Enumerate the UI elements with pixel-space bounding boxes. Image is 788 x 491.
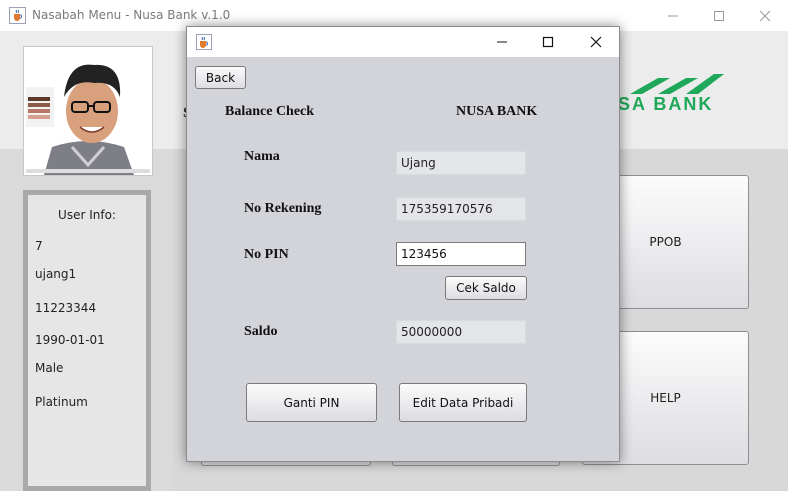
nusa-bank-logo: SA BANK (618, 70, 778, 115)
cek-saldo-button[interactable]: Cek Saldo (445, 276, 527, 300)
balance-check-dialog: Back Balance Check NUSA BANK Nama Ujang … (186, 26, 620, 462)
saldo-field: 50000000 (396, 320, 526, 344)
minimize-button[interactable] (650, 0, 696, 31)
ganti-pin-button[interactable]: Ganti PIN (246, 383, 377, 422)
close-button[interactable] (742, 0, 788, 31)
close-icon (590, 36, 602, 48)
pin-input[interactable]: 123456 (396, 242, 526, 266)
close-icon (759, 10, 771, 21)
pin-label: No PIN (244, 247, 289, 262)
saldo-label: Saldo (244, 324, 278, 339)
back-button[interactable]: Back (195, 66, 246, 89)
java-cup-icon (9, 7, 26, 24)
maximize-icon (714, 10, 724, 21)
rekening-label: No Rekening (244, 201, 322, 216)
bank-name: NUSA BANK (456, 104, 538, 119)
dialog-minimize-button[interactable] (479, 27, 525, 57)
nama-label: Nama (244, 149, 280, 164)
avatar (23, 46, 153, 176)
user-info-panel: User Info: 7 ujang1 11223344 1990-01-01 … (23, 190, 151, 491)
user-birthdate: 1990-01-01 (35, 333, 105, 347)
user-username: ujang1 (35, 267, 77, 281)
logo-stripes-icon (630, 74, 724, 94)
avatar-illustration (24, 47, 152, 175)
user-tier: Platinum (35, 395, 88, 409)
dialog-titlebar (187, 27, 619, 57)
user-number: 11223344 (35, 301, 97, 315)
dialog-close-button[interactable] (573, 27, 619, 57)
minimize-icon (497, 41, 507, 43)
user-gender: Male (35, 361, 64, 375)
edit-data-pribadi-button[interactable]: Edit Data Pribadi (399, 383, 527, 422)
window-title: Nasabah Menu - Nusa Bank v.1.0 (32, 8, 231, 22)
user-id: 7 (35, 239, 43, 253)
maximize-icon (542, 36, 554, 48)
minimize-icon (668, 15, 678, 16)
rekening-field: 175359170576 (396, 197, 526, 221)
dialog-heading: Balance Check (225, 104, 315, 119)
java-cup-icon (196, 34, 212, 50)
dialog-maximize-button[interactable] (525, 27, 571, 57)
nama-field: Ujang (396, 151, 526, 175)
user-info-title: User Info: (58, 208, 116, 222)
maximize-button[interactable] (696, 0, 742, 31)
logo-text: SA BANK (618, 94, 714, 114)
